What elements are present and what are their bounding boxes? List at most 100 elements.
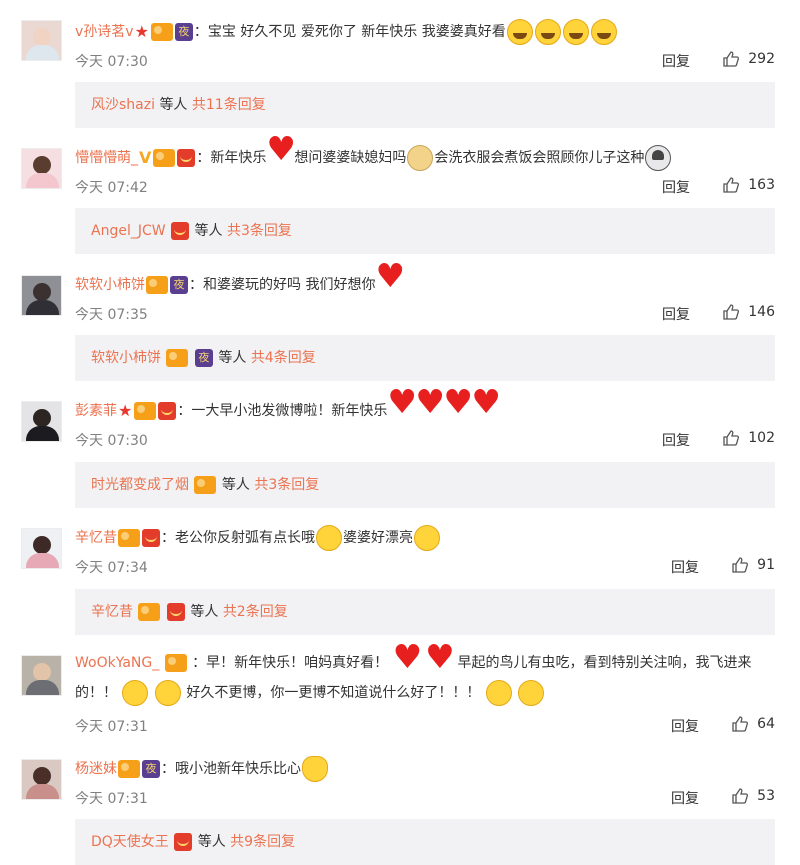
thumbs-up-icon [723, 51, 740, 67]
like-count: 102 [748, 430, 775, 446]
timestamp: 今天 07:31 [75, 719, 148, 735]
like-button[interactable]: 64 [731, 715, 775, 733]
avatar[interactable] [21, 655, 62, 696]
reply-button[interactable]: 回复 [662, 430, 690, 450]
avatar[interactable] [21, 528, 62, 569]
sub-reply-bar[interactable]: 辛忆昔 等人 共2条回复 [75, 589, 775, 635]
red-packet-badge [174, 833, 193, 851]
like-count: 53 [757, 788, 775, 804]
husky-emoji-icon [645, 145, 672, 171]
comment-item: 辛忆昔 ：老公你反射弧有点长哦 婆婆好漂亮 今天 07:34 回复 91 辛忆昔… [0, 522, 800, 644]
verified-v-badge: V [139, 148, 152, 167]
night-badge: 夜 [174, 23, 193, 41]
comment-item: 懵懵懵萌_ V ：新年快乐 想问婆婆缺媳妇吗 会洗衣服会煮饭会照顾你儿子这种 今… [0, 137, 800, 264]
sub-reply-count[interactable]: 共4条回复 [251, 350, 316, 366]
sub-reply-user[interactable]: 辛忆昔 [91, 604, 133, 620]
heart-emoji-icon [415, 390, 445, 424]
comment-text: ：一大早小池发微博啦！新年快乐 [177, 403, 388, 419]
crying-emoji-icon [562, 19, 589, 45]
like-count: 146 [748, 304, 775, 320]
red-packet-badge [142, 529, 160, 547]
reply-button[interactable]: 回复 [671, 716, 699, 736]
praying-hands-emoji-icon [302, 756, 328, 782]
sub-reply-bar[interactable]: 风沙shazi 等人 共11条回复 [75, 82, 775, 128]
sub-reply-count[interactable]: 共11条回复 [192, 97, 266, 113]
vip-badge [153, 149, 176, 167]
timestamp: 今天 07:30 [75, 433, 148, 449]
red-packet-badge [171, 222, 190, 240]
heart-emoji-icon [425, 642, 455, 676]
username[interactable]: 懵懵懵萌_ [75, 146, 138, 170]
comment-item: 杨迷妹 夜 ：哦小池新年快乐比心 今天 07:31 回复 53 DQ天使女王 等… [0, 753, 800, 865]
username[interactable]: 杨迷妹 [75, 757, 117, 781]
sub-reply-user[interactable]: Angel_JCW [91, 223, 166, 239]
like-button[interactable]: 163 [722, 176, 775, 194]
like-count: 91 [757, 557, 775, 573]
comment-item: 彭素菲 ★ ：一大早小池发微博啦！新年快乐 今天 07:30 回复 102 时光… [0, 390, 800, 517]
like-button[interactable]: 292 [722, 50, 775, 68]
username[interactable]: WoOkYaNG_ [75, 655, 159, 671]
heart-emoji-icon [443, 390, 473, 424]
avatar[interactable] [21, 759, 62, 800]
like-button[interactable]: 146 [722, 303, 775, 321]
sub-reply-bar[interactable]: Angel_JCW 等人 共3条回复 [75, 208, 775, 254]
heart-emoji-icon [393, 642, 423, 676]
timestamp: 今天 07:30 [75, 54, 148, 70]
vip-badge [138, 603, 161, 621]
vip-badge [118, 529, 140, 547]
sub-reply-bar[interactable]: 软软小柿饼 夜 等人 共4条回复 [75, 335, 775, 381]
like-button[interactable]: 102 [722, 429, 775, 447]
thumbs-up-icon [723, 177, 740, 193]
reply-button[interactable]: 回复 [662, 51, 690, 71]
heart-emoji-icon [375, 264, 405, 298]
like-button[interactable]: 53 [731, 787, 775, 805]
thinking-emoji-icon [518, 680, 545, 706]
red-packet-badge [166, 603, 185, 621]
sub-reply-user[interactable]: 风沙shazi [91, 97, 155, 113]
relieved-emoji-icon [414, 525, 440, 551]
sub-reply-bar[interactable]: DQ天使女王 等人 共9条回复 [75, 819, 775, 865]
timestamp: 今天 07:42 [75, 180, 148, 196]
username[interactable]: v孙诗茗v [75, 20, 134, 44]
red-packet-badge [158, 402, 177, 420]
avatar[interactable] [21, 275, 62, 316]
night-badge: 夜 [194, 349, 213, 367]
username[interactable]: 软软小柿饼 [75, 273, 145, 297]
crying-emoji-icon [534, 19, 561, 45]
sub-reply-count[interactable]: 共9条回复 [230, 834, 295, 850]
sub-reply-count[interactable]: 共3条回复 [227, 223, 292, 239]
sub-reply-user[interactable]: DQ天使女王 [91, 834, 169, 850]
night-badge: 夜 [170, 276, 188, 294]
vip-badge [150, 23, 173, 41]
heart-emoji-icon [266, 137, 296, 171]
sub-reply-user[interactable]: 软软小柿饼 [91, 350, 161, 366]
sub-reply-count[interactable]: 共3条回复 [254, 477, 319, 493]
sub-reply-bar[interactable]: 时光都变成了烟 等人 共3条回复 [75, 462, 775, 508]
timestamp: 今天 07:35 [75, 307, 148, 323]
reply-button[interactable]: 回复 [671, 557, 699, 577]
comment-text: ：宝宝 好久不见 爱死你了 新年快乐 我婆婆真好看 [193, 24, 506, 40]
reply-button[interactable]: 回复 [662, 304, 690, 324]
vip-badge [164, 654, 187, 672]
crying-emoji-icon [506, 19, 533, 45]
top-strip [0, 0, 800, 6]
vip-badge [146, 276, 168, 294]
vip-badge [118, 760, 140, 778]
smile-emoji-icon [122, 680, 149, 706]
sub-reply-user[interactable]: 时光都变成了烟 [91, 477, 189, 493]
reply-button[interactable]: 回复 [662, 177, 690, 197]
username[interactable]: 彭素菲 [75, 399, 117, 423]
timestamp: 今天 07:34 [75, 560, 148, 576]
heart-emoji-icon [387, 390, 417, 424]
like-button[interactable]: 91 [731, 556, 775, 574]
reply-button[interactable]: 回复 [671, 788, 699, 808]
username[interactable]: 辛忆昔 [75, 526, 117, 550]
avatar[interactable] [21, 148, 62, 189]
comment-item: v孙诗茗v ★ 夜 ：宝宝 好久不见 爱死你了 新年快乐 我婆婆真好看 今天 0… [0, 16, 800, 136]
sub-reply-count[interactable]: 共2条回复 [223, 604, 288, 620]
avatar[interactable] [21, 20, 62, 61]
avatar[interactable] [21, 401, 62, 442]
comment-item: WoOkYaNG_ ：早！新年快乐！咱妈真好看！ 早起的鸟儿有虫吃，看到特别关注… [0, 642, 800, 748]
dog-emoji-icon [407, 145, 434, 171]
smile-emoji-icon [154, 680, 181, 706]
